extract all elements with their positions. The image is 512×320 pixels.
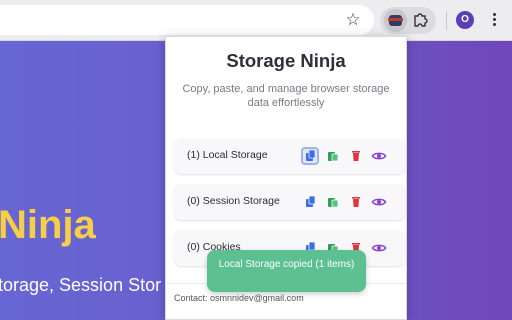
puzzle-icon[interactable] [412,11,430,29]
storage-row-session: (0) Session Storage [174,184,405,220]
ninja-headband [388,18,403,21]
copy-button[interactable] [301,147,319,165]
hero-subtitle: torage, Session Stor [0,275,162,295]
storage-row-label: (1) Local Storage [187,149,268,161]
toast-notification: Local Storage copied (1 items) [207,250,366,292]
bookmark-star-icon[interactable]: ☆ [343,10,363,30]
browser-toolbar: ☆ O [0,0,512,41]
contact-footer: Contact: osmnnidev@gmail.com [174,293,304,303]
address-bar[interactable] [0,5,374,35]
paste-button[interactable] [324,193,342,211]
storage-row-local: (1) Local Storage [174,138,405,174]
delete-button[interactable] [347,147,365,165]
popup-title: Storage Ninja [226,50,346,71]
storage-ninja-extension-icon[interactable] [384,9,407,32]
profile-avatar[interactable]: O [456,11,474,29]
toolbar-divider [446,11,447,30]
copy-icon [306,149,316,161]
delete-button[interactable] [347,193,365,211]
hero-title: Ninja [0,203,96,247]
paste-icon [328,152,339,162]
trash-icon [352,151,360,161]
storage-row-label: (0) Session Storage [187,195,280,207]
more-menu-icon[interactable] [490,11,498,29]
view-button[interactable] [370,193,388,211]
paste-icon [328,198,339,208]
eye-icon [371,244,387,252]
eye-icon [371,198,387,206]
paste-button[interactable] [324,147,342,165]
popup-subtitle: Copy, paste, and manage browser storage … [182,83,390,109]
trash-icon [352,197,360,207]
view-button[interactable] [370,147,388,165]
copy-icon [306,195,316,207]
copy-button[interactable] [301,193,319,211]
view-button[interactable] [370,239,388,257]
eye-icon [371,152,387,160]
